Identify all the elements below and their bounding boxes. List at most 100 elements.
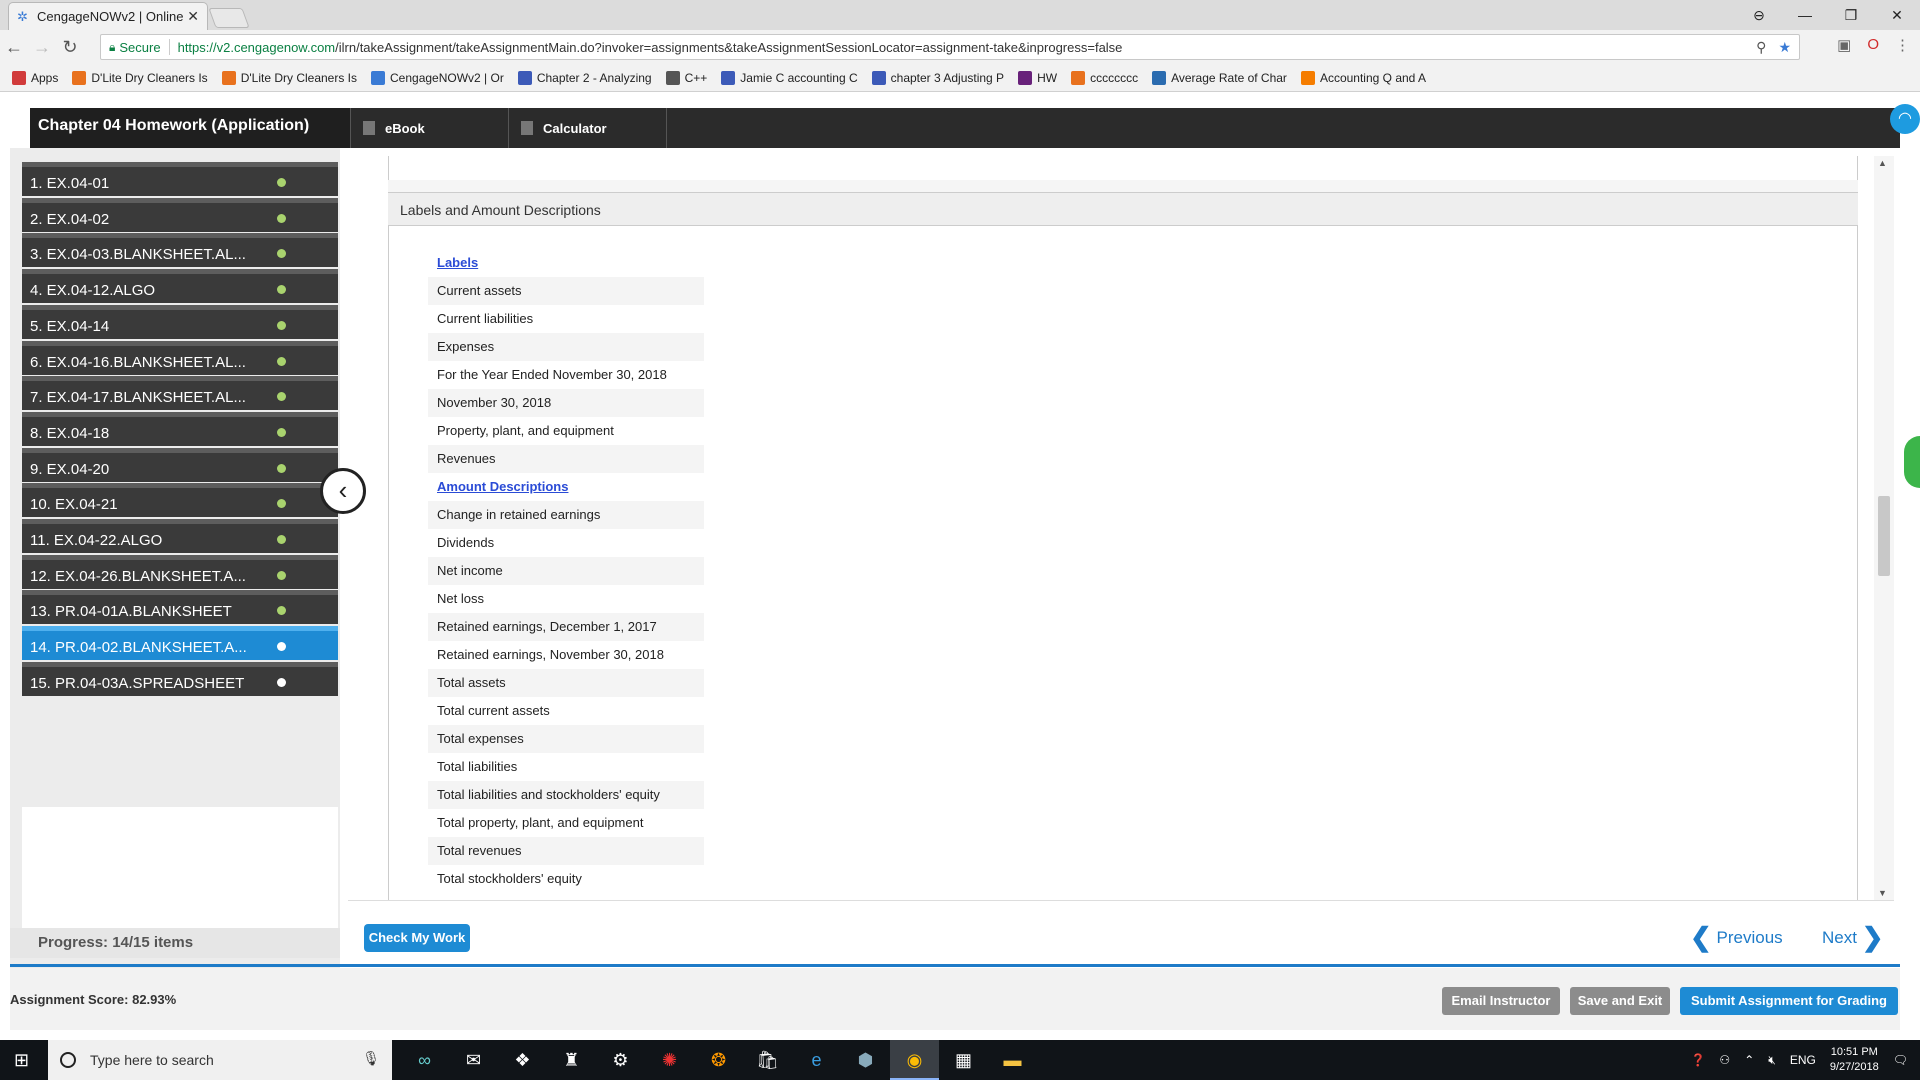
- taskbar-search-input[interactable]: Type here to search 🎙︎: [48, 1040, 392, 1080]
- browser-tab-bar: ✲ CengageNOWv2 | Online ✕ ⊖ — ❐ ✕: [0, 0, 1920, 30]
- scroll-up-icon[interactable]: ▲: [1878, 158, 1887, 168]
- bookmark-item[interactable]: D'Lite Dry Cleaners Is: [221, 70, 358, 85]
- sidebar-question-item[interactable]: 11. EX.04-22.ALGO: [22, 519, 338, 553]
- bookmark-item[interactable]: Jamie C accounting C: [721, 70, 858, 85]
- help-chat-icon[interactable]: ◠: [1890, 104, 1920, 134]
- question-label: 15. PR.04-03A.SPREADSHEET: [30, 674, 245, 692]
- mail-icon[interactable]: ✉: [449, 1040, 498, 1080]
- zoom-icon[interactable]: ⚲: [1756, 39, 1766, 56]
- help-tray-icon[interactable]: ❓: [1690, 1053, 1705, 1067]
- labels-heading-link[interactable]: Labels: [428, 249, 704, 277]
- bookmark-item[interactable]: chapter 3 Adjusting P: [871, 70, 1004, 85]
- profile-icon[interactable]: ⊖: [1736, 7, 1782, 24]
- sidebar-question-item[interactable]: 10. EX.04-21: [22, 483, 338, 518]
- volume-muted-icon[interactable]: 🔇︎: [1768, 1053, 1776, 1068]
- people-icon[interactable]: ⚇: [1719, 1053, 1730, 1067]
- collapse-sidebar-button[interactable]: ‹: [320, 468, 366, 514]
- url-path: /ilrn/takeAssignment/takeAssignmentMain.…: [335, 39, 1123, 55]
- check-my-work-button[interactable]: Check My Work: [364, 924, 470, 952]
- file-explorer-icon[interactable]: ▬: [988, 1040, 1037, 1080]
- bookmark-item[interactable]: Apps: [12, 70, 58, 85]
- amount-descriptions-heading-link[interactable]: Amount Descriptions: [428, 473, 704, 501]
- question-label: 4. EX.04-12.ALGO: [30, 282, 156, 300]
- windows-start-icon[interactable]: ⊞: [14, 1050, 34, 1070]
- clock-time: 10:51 PM: [1830, 1046, 1878, 1058]
- calculator-app-icon[interactable]: ▦: [939, 1040, 988, 1080]
- close-tab-icon[interactable]: ✕: [187, 8, 199, 25]
- chrome-icon[interactable]: ◉: [890, 1040, 939, 1080]
- bookmark-item[interactable]: D'Lite Dry Cleaners Is: [72, 70, 208, 85]
- bookmark-item[interactable]: HW: [1018, 70, 1057, 85]
- content-scrollbar[interactable]: ▲ ▼: [1874, 156, 1894, 900]
- sidebar-question-item[interactable]: 3. EX.04-03.BLANKSHEET.AL...: [22, 233, 338, 268]
- sidebar-question-item[interactable]: 6. EX.04-16.BLANKSHEET.AL...: [22, 340, 338, 375]
- bookmark-item[interactable]: CengageNOWv2 | Or: [371, 70, 504, 85]
- amount-description-item: Dividends: [437, 535, 495, 550]
- section-title: Labels and Amount Descriptions: [388, 192, 1858, 226]
- sidebar-question-item[interactable]: 2. EX.04-02: [22, 197, 338, 232]
- sidebar-question-item[interactable]: 13. PR.04-01A.BLANKSHEET: [22, 590, 338, 625]
- question-label: 6. EX.04-16.BLANKSHEET.AL...: [30, 353, 246, 371]
- dropbox-icon[interactable]: ❖: [498, 1040, 547, 1080]
- sidebar-question-item[interactable]: 7. EX.04-17.BLANKSHEET.AL...: [22, 376, 338, 411]
- new-tab-button[interactable]: [208, 8, 250, 28]
- opera-icon[interactable]: O: [1867, 36, 1879, 54]
- reload-icon[interactable]: ↻: [56, 37, 84, 58]
- amount-description-item: Total stockholders' equity: [437, 871, 582, 886]
- next-button[interactable]: Next ❯: [1822, 922, 1884, 953]
- scroll-thumb[interactable]: [1878, 496, 1890, 576]
- side-widget-tab[interactable]: [1904, 436, 1920, 488]
- restore-button[interactable]: ❐: [1828, 7, 1874, 24]
- window-controls: ⊖ — ❐ ✕: [1736, 0, 1920, 30]
- app-orange-icon[interactable]: ❂: [694, 1040, 743, 1080]
- amount-description-item: Total assets: [428, 669, 704, 697]
- ebook-button[interactable]: eBook: [350, 108, 508, 148]
- minimize-button[interactable]: —: [1782, 7, 1828, 23]
- close-window-button[interactable]: ✕: [1874, 7, 1920, 24]
- game-icon[interactable]: ♜: [547, 1040, 596, 1080]
- url-input[interactable]: 🔒︎ Secure https://v2.cengagenow.com/ilrn…: [100, 34, 1800, 60]
- submit-assignment-button[interactable]: Submit Assignment for Grading: [1680, 987, 1898, 1015]
- mathway-icon: [1152, 70, 1167, 85]
- sidebar-question-item[interactable]: 4. EX.04-12.ALGO: [22, 269, 338, 304]
- microphone-icon[interactable]: 🎙︎: [362, 1050, 380, 1067]
- sidebar-question-item[interactable]: 8. EX.04-18: [22, 411, 338, 446]
- bookmark-item[interactable]: cccccccc: [1071, 70, 1138, 85]
- language-indicator[interactable]: ENG: [1790, 1053, 1816, 1067]
- store-icon[interactable]: 🛍︎: [743, 1040, 792, 1080]
- previous-button[interactable]: ❮ Previous: [1690, 922, 1783, 953]
- forward-icon[interactable]: →: [28, 37, 56, 58]
- edge-icon[interactable]: e: [792, 1040, 841, 1080]
- bookmark-item[interactable]: Average Rate of Char: [1152, 70, 1287, 85]
- sidebar-question-item[interactable]: 14. PR.04-02.BLANKSHEET.A...: [22, 626, 338, 661]
- email-instructor-button[interactable]: Email Instructor: [1442, 987, 1560, 1015]
- clock[interactable]: 10:51 PM 9/27/2018: [1830, 1045, 1879, 1075]
- bookmark-item[interactable]: Accounting Q and A: [1300, 70, 1426, 85]
- steam-icon[interactable]: ⚙: [596, 1040, 645, 1080]
- notification-icon[interactable]: 🗨︎: [1893, 1053, 1908, 1067]
- scroll-down-icon[interactable]: ▼: [1878, 888, 1887, 898]
- bookmark-star-icon[interactable]: ★: [1778, 39, 1791, 56]
- save-and-exit-button[interactable]: Save and Exit: [1570, 987, 1670, 1015]
- menu-icon[interactable]: ⋮: [1895, 36, 1910, 54]
- extension-icon[interactable]: ▣: [1837, 36, 1851, 54]
- app-area: Chapter 04 Homework (Application) eBook …: [0, 92, 1920, 1041]
- calculator-button[interactable]: Calculator: [508, 108, 666, 148]
- question-label: 1. EX.04-01: [30, 175, 110, 192]
- bookmark-label: D'Lite Dry Cleaners Is: [240, 70, 358, 85]
- chevron-up-icon[interactable]: ⌃: [1744, 1053, 1754, 1067]
- sidebar-question-item[interactable]: 15. PR.04-03A.SPREADSHEET: [22, 661, 338, 696]
- bookmarks-bar: Apps D'Lite Dry Cleaners Is D'Lite Dry Cle…: [0, 64, 1920, 92]
- bookmark-item[interactable]: Chapter 2 - Analyzing: [517, 70, 652, 85]
- sidebar-question-item[interactable]: 12. EX.04-26.BLANKSHEET.A...: [22, 554, 338, 589]
- sidebar-question-item[interactable]: 9. EX.04-20: [22, 447, 338, 482]
- label-item: Current liabilities: [437, 311, 534, 326]
- bookmark-item[interactable]: C++: [665, 70, 707, 85]
- back-icon[interactable]: ←: [0, 37, 28, 58]
- sidebar-question-item[interactable]: 5. EX.04-14: [22, 304, 338, 339]
- browser-tab[interactable]: ✲ CengageNOWv2 | Online ✕: [8, 2, 208, 30]
- sidebar-question-item[interactable]: 1. EX.04-01: [22, 162, 338, 196]
- task-view-icon[interactable]: ∞: [400, 1040, 449, 1080]
- virtualbox-icon[interactable]: ⬢: [841, 1040, 890, 1080]
- app-red-icon[interactable]: ✺: [645, 1040, 694, 1080]
